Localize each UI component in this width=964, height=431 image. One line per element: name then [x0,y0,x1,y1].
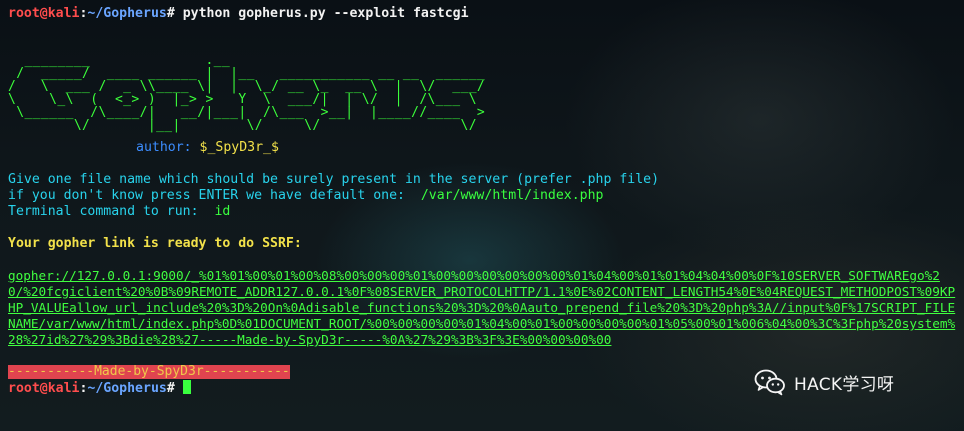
terminal-window[interactable]: root@kali:~/Gopherus# python gopherus.py… [8,6,958,426]
wechat-icon [754,367,786,397]
author-value: $_SpyD3r_$ [199,140,279,155]
terminal-command-line: Terminal command to run: id [8,204,958,220]
command-prompt-line: root@kali:~/Gopherus# python gopherus.py… [8,6,958,22]
watermark: HACK学习呀 [754,366,894,398]
terminal-command-label: Terminal command to run: [8,204,215,219]
gopher-link[interactable]: gopher://127.0.0.1:9000/_%01%01%00%01%00… [8,268,956,348]
author-line: author: $_SpyD3r_$ [8,140,958,156]
ready-message: Your gopher link is ready to do SSRF: [8,236,302,251]
prompt-path: ~/Gopherus [87,6,167,21]
banner-line: \/ |__| \/ \/ \/ [8,118,477,133]
prompt-symbol: # [166,381,175,396]
prompt-user-host: root@kali [8,381,80,396]
prompt-path: ~/Gopherus [87,381,167,396]
file-prompt-line: Give one file name which should be surel… [8,172,660,187]
watermark-text: HACK学习呀 [794,374,895,395]
prompt-command: python gopherus.py --exploit fastcgi [174,6,469,21]
prompt-user-host: root@kali [8,6,80,21]
author-label: author: [136,140,200,155]
default-file-label: if you don't know press ENTER we have de… [8,188,421,203]
terminal-command-value: id [214,204,231,219]
default-file-line: if you don't know press ENTER we have de… [8,188,958,204]
prompt-symbol: # [166,6,175,21]
default-file-value: /var/www/html/index.php [420,188,604,203]
terminal-cursor [182,380,191,394]
made-by-banner: -----------Made-by-SpyD3r----------- [8,364,290,379]
gopherus-ascii-banner: ________ .__ / _____/ ____ ______ | |__ … [8,54,958,132]
